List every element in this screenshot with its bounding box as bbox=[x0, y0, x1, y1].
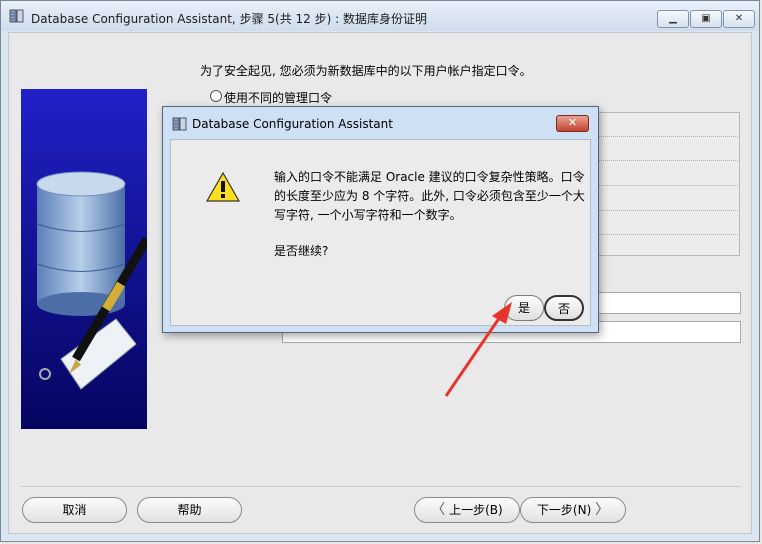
maximize-button[interactable]: ▣ bbox=[690, 10, 722, 28]
close-icon: ✕ bbox=[734, 13, 744, 24]
table-row-divider bbox=[598, 136, 738, 137]
different-password-label: 使用不同的管理口令 bbox=[224, 91, 333, 105]
app-icon bbox=[172, 117, 187, 131]
footer-separator bbox=[21, 486, 741, 487]
close-icon: ✕ bbox=[567, 116, 578, 129]
dialog-body: 输入的口令不能满足 Oracle 建议的口令复杂性策略。口令的长度至少应为 8 … bbox=[170, 139, 591, 326]
next-button-label: 下一步(N) bbox=[536, 503, 592, 517]
no-button[interactable]: 否 bbox=[544, 295, 584, 321]
back-button[interactable]: 〈 上一步(B) bbox=[414, 497, 520, 523]
minimize-icon: ▁ bbox=[669, 13, 677, 24]
warning-icon bbox=[205, 171, 241, 202]
title-bar: Database Configuration Assistant, 步骤 5(共… bbox=[1, 1, 759, 31]
chevron-right-icon: 〉 bbox=[595, 502, 610, 518]
minimize-button[interactable]: ▁ bbox=[657, 10, 689, 28]
close-button[interactable]: ✕ bbox=[723, 10, 755, 28]
different-password-radio[interactable] bbox=[210, 90, 222, 102]
instruction-text: 为了安全起见, 您必须为新数据库中的以下用户帐户指定口令。 bbox=[200, 64, 532, 78]
chevron-left-icon: 〈 bbox=[431, 502, 446, 518]
dialog-title: Database Configuration Assistant bbox=[192, 117, 393, 131]
cancel-button[interactable]: 取消 bbox=[22, 497, 127, 523]
dialog-message: 输入的口令不能满足 Oracle 建议的口令复杂性策略。口令的长度至少应为 8 … bbox=[274, 170, 585, 222]
next-button[interactable]: 下一步(N) 〉 bbox=[520, 497, 626, 523]
annotation-arrow bbox=[444, 302, 512, 397]
back-button-label: 上一步(B) bbox=[449, 503, 503, 517]
table-row-divider bbox=[598, 185, 738, 186]
dialog-question: 是否继续? bbox=[274, 244, 329, 258]
app-icon bbox=[9, 9, 24, 23]
table-row-divider bbox=[598, 234, 738, 235]
table-row-divider bbox=[598, 210, 738, 211]
database-illustration bbox=[21, 89, 147, 429]
window-title: Database Configuration Assistant, 步骤 5(共… bbox=[31, 12, 427, 26]
dialog-close-button[interactable]: ✕ bbox=[556, 115, 589, 132]
maximize-icon: ▣ bbox=[701, 13, 711, 24]
help-button[interactable]: 帮助 bbox=[137, 497, 242, 523]
table-row-divider bbox=[598, 160, 738, 161]
password-warning-dialog: Database Configuration Assistant ✕ 输入的口令… bbox=[162, 106, 599, 333]
